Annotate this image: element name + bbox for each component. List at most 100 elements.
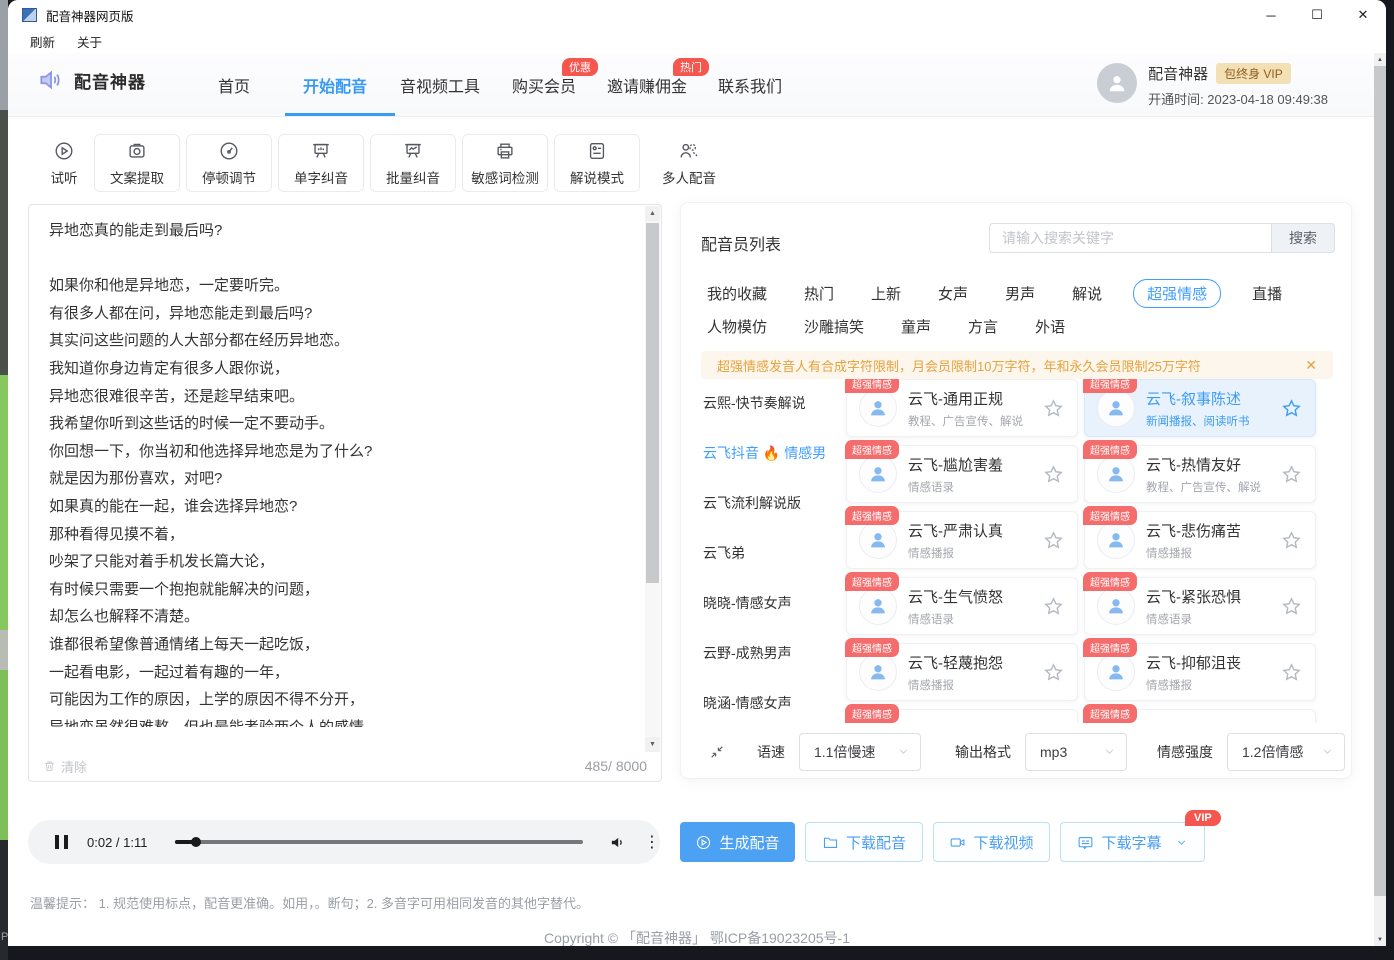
voice-card[interactable]: 超强情感: [1084, 709, 1316, 723]
search-input[interactable]: [989, 223, 1271, 253]
pause-adjust-button[interactable]: 停顿调节: [186, 134, 272, 192]
chevron-down-icon[interactable]: [1175, 836, 1188, 849]
audio-player[interactable]: 0:02 / 1:11 ⋮: [28, 820, 660, 864]
window-scrollbar[interactable]: ▲ ▼: [1374, 53, 1386, 946]
voice-card[interactable]: 超强情感 云飞-紧张恐惧 情感语录: [1084, 577, 1316, 635]
generate-dubbing-button[interactable]: 生成配音: [680, 822, 795, 862]
voice-name: 云飞-叙事陈述: [1146, 388, 1250, 409]
nav-contact-us[interactable]: 联系我们: [718, 73, 782, 97]
category-tab[interactable]: 方言: [968, 316, 998, 337]
download-subtitle-button[interactable]: 下载字幕: [1060, 822, 1205, 862]
narration-mode-button[interactable]: 解说模式: [554, 134, 640, 192]
voice-card[interactable]: 超强情感 云飞-热情友好 教程、广告宣传、解说: [1084, 445, 1316, 503]
favorite-star-icon[interactable]: [1281, 530, 1302, 551]
user-box[interactable]: 配音神器 包终身 VIP 开通时间: 2023-04-18 09:49:38: [1097, 63, 1328, 108]
nav-invite-commission[interactable]: 邀请赚佣金 热门: [607, 73, 687, 97]
favorite-star-icon[interactable]: [1043, 464, 1064, 485]
favorite-star-icon[interactable]: [1043, 530, 1064, 551]
minimize-button[interactable]: ─: [1248, 0, 1294, 30]
category-tab[interactable]: 外语: [1035, 316, 1065, 337]
audition-button[interactable]: 试听: [35, 134, 93, 192]
app-header: 配音神器 首页 开始配音 音视频工具 购买会员 优惠 邀请赚佣金 热门 联系我们: [8, 53, 1386, 117]
script-editor[interactable]: 异地恋真的能走到最后吗? 如果你和他是异地恋，一定要听完。 有很多人都在问，异地…: [28, 204, 662, 782]
download-audio-button[interactable]: 下载配音: [805, 822, 923, 862]
format-select[interactable]: mp3: [1025, 733, 1127, 771]
voice-group-item[interactable]: 云飞抖音 🔥 情感男: [703, 443, 826, 463]
collapse-icon[interactable]: [709, 744, 725, 760]
volume-icon[interactable]: [609, 834, 626, 851]
emotion-label: 情感强度: [1157, 742, 1213, 762]
voice-group-item[interactable]: 晓晓-情感女声: [703, 593, 792, 613]
speed-select[interactable]: 1.1倍慢速: [799, 733, 921, 771]
player-progress-bar[interactable]: [175, 840, 583, 844]
category-tab[interactable]: 解说: [1072, 283, 1102, 304]
voice-card[interactable]: 超强情感 云飞-严肃认真 情感播报: [846, 511, 1078, 569]
category-tab[interactable]: 人物模仿: [707, 316, 767, 337]
category-tab[interactable]: 童声: [901, 316, 931, 337]
membership-opened-time: 开通时间: 2023-04-18 09:49:38: [1148, 89, 1328, 108]
copy-extract-button[interactable]: 文案提取: [94, 134, 180, 192]
emotion-select[interactable]: 1.2倍情感: [1227, 733, 1345, 771]
player-progress-thumb[interactable]: [191, 837, 201, 847]
notice-text: 超强情感发音人有合成字符限制，月会员限制10万字符，年和永久会员限制25万字符: [717, 356, 1201, 375]
clear-button[interactable]: 清除: [43, 757, 87, 776]
nav-av-tools[interactable]: 音视频工具: [400, 73, 480, 97]
pause-icon[interactable]: [55, 835, 68, 849]
script-text[interactable]: 异地恋真的能走到最后吗? 如果你和他是异地恋，一定要听完。 有很多人都在问，异地…: [49, 217, 624, 727]
voice-group-item[interactable]: 晓涵-情感女声: [703, 693, 792, 713]
category-tab[interactable]: 男声: [1005, 283, 1035, 304]
maximize-button[interactable]: ☐: [1294, 0, 1340, 30]
scroll-down-arrow-icon[interactable]: ▼: [645, 737, 660, 752]
close-button[interactable]: ✕: [1340, 0, 1386, 30]
voice-card[interactable]: 超强情感: [846, 709, 1078, 723]
emotion-ribbon-badge: 超强情感: [1083, 572, 1137, 591]
single-word-correct-button[interactable]: 单字纠音: [278, 134, 364, 192]
batch-correct-button[interactable]: 批量纠音: [370, 134, 456, 192]
play-circle-icon: [695, 834, 712, 851]
window-scroll-thumb[interactable]: [1374, 66, 1386, 896]
voice-card[interactable]: 超强情感 云飞-尴尬害羞 情感语录: [846, 445, 1078, 503]
menu-refresh[interactable]: 刷新: [30, 32, 55, 51]
favorite-star-icon[interactable]: [1043, 596, 1064, 617]
favorite-star-icon[interactable]: [1281, 662, 1302, 683]
nav-start-dubbing[interactable]: 开始配音: [303, 73, 367, 97]
editor-scroll-thumb[interactable]: [646, 223, 659, 583]
voice-group-item[interactable]: 云飞弟: [703, 543, 745, 563]
favorite-star-icon[interactable]: [1043, 662, 1064, 683]
voice-card[interactable]: 超强情感 云飞-生气愤怒 情感语录: [846, 577, 1078, 635]
voice-card[interactable]: 超强情感 云飞-叙事陈述 新闻播报、阅读听书: [1084, 379, 1316, 437]
editor-scrollbar[interactable]: ▲ ▼: [645, 206, 660, 752]
video-camera-icon: [949, 834, 966, 851]
voice-group-item[interactable]: 云熙-快节奏解说: [703, 393, 806, 413]
scroll-up-arrow-icon[interactable]: ▲: [1374, 53, 1386, 66]
scroll-up-arrow-icon[interactable]: ▲: [645, 206, 660, 221]
favorite-star-icon[interactable]: [1281, 398, 1302, 419]
favorite-star-icon[interactable]: [1043, 398, 1064, 419]
voice-group-item[interactable]: 云野-成熟男声: [703, 643, 792, 663]
favorite-star-icon[interactable]: [1281, 596, 1302, 617]
category-tab[interactable]: 女声: [938, 283, 968, 304]
nav-buy-membership[interactable]: 购买会员 优惠: [512, 73, 576, 97]
notice-close-icon[interactable]: ✕: [1305, 357, 1317, 374]
download-video-button[interactable]: 下载视频: [933, 822, 1050, 862]
favorite-star-icon[interactable]: [1281, 464, 1302, 485]
nav-home[interactable]: 首页: [218, 73, 250, 97]
voice-card[interactable]: 超强情感 云飞-悲伤痛苦 情感播报: [1084, 511, 1316, 569]
menu-about[interactable]: 关于: [77, 32, 102, 51]
category-tab[interactable]: 上新: [871, 283, 901, 304]
multi-voice-button[interactable]: 多人配音: [646, 134, 732, 192]
scroll-down-arrow-icon[interactable]: ▼: [1374, 933, 1386, 946]
player-menu-icon[interactable]: ⋮: [644, 832, 660, 852]
category-tab[interactable]: 我的收藏: [707, 283, 767, 304]
category-tab[interactable]: 热门: [804, 283, 834, 304]
panel-title: 配音员列表: [701, 231, 781, 255]
sensitive-word-check-button[interactable]: 敏感词检测: [462, 134, 548, 192]
voice-card[interactable]: 超强情感 云飞-通用正规 教程、广告宣传、解说: [846, 379, 1078, 437]
category-tab[interactable]: 超强情感: [1133, 279, 1221, 308]
search-button[interactable]: 搜索: [1271, 223, 1335, 253]
voice-card[interactable]: 超强情感 云飞-轻蔑抱怨 情感播报: [846, 643, 1078, 701]
voice-group-item[interactable]: 云飞流利解说版: [703, 493, 801, 513]
category-tab[interactable]: 直播: [1252, 283, 1282, 304]
category-tab[interactable]: 沙雕搞笑: [804, 316, 864, 337]
voice-card[interactable]: 超强情感 云飞-抑郁沮丧 情感播报: [1084, 643, 1316, 701]
